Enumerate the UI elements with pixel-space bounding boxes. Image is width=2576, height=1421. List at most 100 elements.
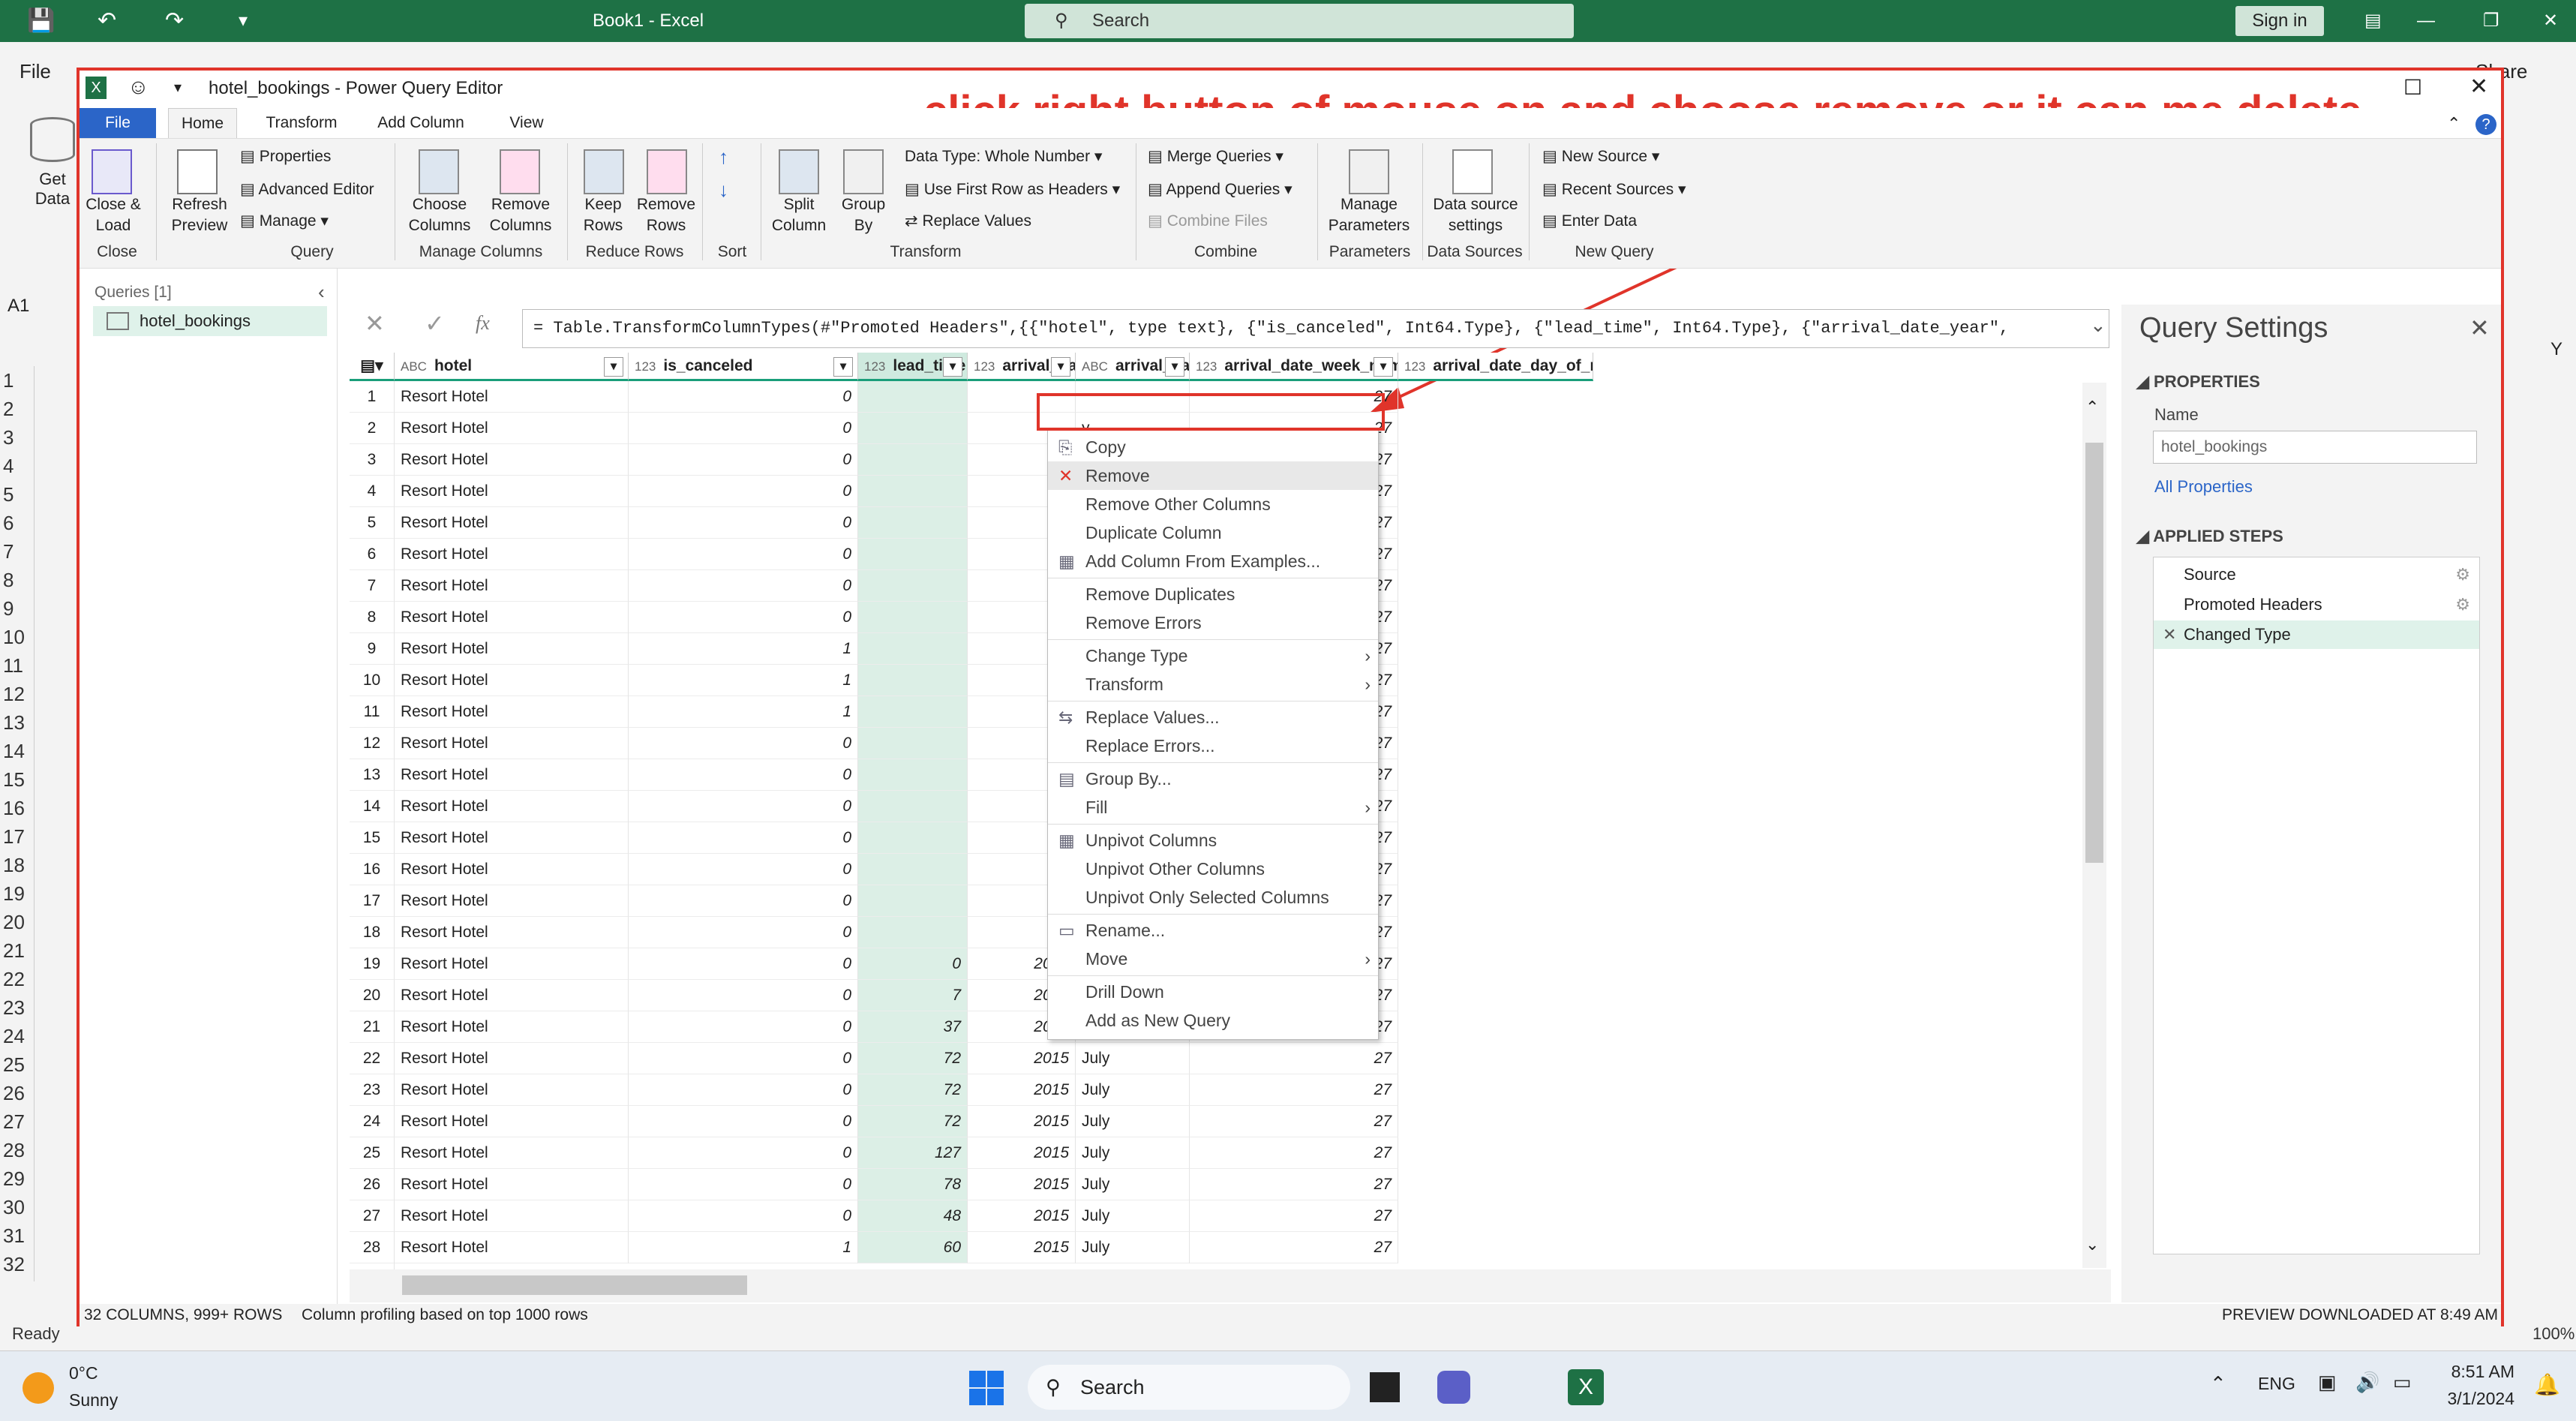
context-menu-item-unpivot-only-selected-columns[interactable]: Unpivot Only Selected Columns (1048, 883, 1378, 912)
table-cell[interactable]: Resort Hotel (395, 1011, 629, 1043)
excel-row-number[interactable]: 29 (0, 1164, 34, 1193)
excel-row-number[interactable]: 13 (0, 708, 34, 737)
table-cell[interactable]: 0 (629, 1043, 858, 1074)
table-cell[interactable]: 0 (629, 570, 858, 602)
scroll-down-icon[interactable]: ⌄ (2085, 1235, 2099, 1254)
table-cell[interactable] (858, 665, 968, 696)
table-cell[interactable]: 27 (1190, 1106, 1398, 1137)
table-cell[interactable]: Resort Hotel (395, 1074, 629, 1106)
status-profiling[interactable]: Column profiling based on top 1000 rows (302, 1304, 588, 1326)
redo-icon[interactable]: ↷ (165, 0, 184, 42)
scrollbar-thumb[interactable] (2085, 443, 2103, 863)
column-header-arrival-date-year[interactable]: 123arrival_date_year▾ (968, 353, 1076, 381)
table-cell[interactable] (858, 791, 968, 822)
recent-sources-button[interactable]: ▤ Recent Sources ▾ (1542, 179, 1686, 200)
step-promoted-headers[interactable]: Promoted Headers ⚙ (2154, 590, 2479, 619)
table-cell[interactable]: 0 (629, 791, 858, 822)
collapse-ribbon-icon[interactable]: ⌃ (2447, 114, 2460, 134)
context-menu-item-unpivot-columns[interactable]: ▦ Unpivot Columns (1048, 826, 1378, 855)
table-cell[interactable]: 2015 (968, 1169, 1076, 1200)
append-queries-button[interactable]: ▤ Append Queries ▾ (1148, 179, 1293, 200)
language-indicator[interactable]: ENG (2258, 1374, 2295, 1394)
context-menu-item-remove-duplicates[interactable]: Remove Duplicates (1048, 580, 1378, 608)
table-cell[interactable] (858, 476, 968, 507)
table-cell[interactable]: July (1076, 1232, 1190, 1263)
windows-start-icon[interactable] (968, 1369, 1005, 1407)
filter-dropdown-icon[interactable]: ▾ (1374, 357, 1393, 377)
row-number[interactable]: 15 (350, 822, 395, 854)
table-cell[interactable]: 0 (629, 917, 858, 948)
excel-row-number[interactable]: 31 (0, 1221, 34, 1250)
step-source[interactable]: Source ⚙ (2154, 560, 2479, 589)
table-cell[interactable]: 0 (629, 854, 858, 885)
table-cell[interactable]: 72 (858, 1074, 968, 1106)
minimize-icon[interactable]: — (2417, 0, 2435, 42)
save-icon[interactable]: 💾 (27, 0, 55, 42)
table-cell[interactable]: Resort Hotel (395, 948, 629, 980)
table-cell[interactable]: 27 (1190, 1137, 1398, 1169)
column-type-icon[interactable]: 123 (635, 359, 656, 374)
split-column-button[interactable]: Split Column (765, 194, 833, 236)
excel-row-number[interactable]: 15 (0, 765, 34, 794)
excel-row-number[interactable]: 28 (0, 1136, 34, 1164)
query-name-input[interactable]: hotel_bookings (2153, 431, 2477, 464)
table-cell[interactable]: 0 (629, 948, 858, 980)
table-menu-icon[interactable]: ▤▾ (350, 353, 395, 381)
context-menu-item-add-as-new-query[interactable]: Add as New Query (1048, 1006, 1378, 1035)
excel-row-number[interactable]: 27 (0, 1107, 34, 1136)
row-number[interactable]: 7 (350, 570, 395, 602)
table-cell[interactable]: 37 (858, 1011, 968, 1043)
table-cell[interactable]: Resort Hotel (395, 602, 629, 633)
table-cell[interactable]: 0 (629, 476, 858, 507)
row-number[interactable]: 28 (350, 1232, 395, 1263)
excel-row-number[interactable]: 32 (0, 1250, 34, 1278)
table-cell[interactable]: 27 (1190, 1043, 1398, 1074)
feedback-smiley-icon[interactable]: ☺ (128, 75, 149, 99)
table-cell[interactable] (858, 633, 968, 665)
column-header-hotel[interactable]: ABC hotel ▾ (395, 353, 629, 381)
excel-row-number[interactable]: 3 (0, 423, 34, 452)
row-number[interactable]: 10 (350, 665, 395, 696)
battery-icon[interactable]: ▭ (2393, 1371, 2412, 1394)
table-cell[interactable]: 127 (858, 1137, 968, 1169)
collapse-queries-icon[interactable]: ‹ (318, 281, 325, 304)
table-cell[interactable] (858, 507, 968, 539)
table-cell[interactable]: Resort Hotel (395, 1137, 629, 1169)
row-number[interactable]: 18 (350, 917, 395, 948)
table-cell[interactable]: 2015 (968, 1137, 1076, 1169)
table-cell[interactable] (858, 822, 968, 854)
vertical-scrollbar[interactable]: ⌃ ⌄ (2082, 383, 2106, 1268)
table-cell[interactable]: Resort Hotel (395, 476, 629, 507)
column-type-icon[interactable]: ABC (1082, 359, 1108, 374)
context-menu-item-change-type[interactable]: Change Type › (1048, 641, 1378, 670)
table-cell[interactable]: Resort Hotel (395, 696, 629, 728)
remove-rows-button[interactable]: Remove Rows (635, 194, 698, 236)
tab-add-column[interactable]: Add Column (365, 108, 477, 138)
table-cell[interactable]: 2015 (968, 1043, 1076, 1074)
table-cell[interactable]: 0 (629, 728, 858, 759)
table-cell[interactable]: 0 (629, 1137, 858, 1169)
excel-row-number[interactable]: 24 (0, 1022, 34, 1050)
table-cell[interactable]: 0 (629, 885, 858, 917)
sort-descending-icon[interactable]: ↓ (719, 179, 728, 200)
customize-quick-access-icon[interactable]: ▾ (239, 0, 248, 42)
table-cell[interactable]: Resort Hotel (395, 665, 629, 696)
row-number[interactable]: 14 (350, 791, 395, 822)
row-number[interactable]: 22 (350, 1043, 395, 1074)
table-cell[interactable]: 0 (629, 444, 858, 476)
table-cell[interactable]: Resort Hotel (395, 633, 629, 665)
table-cell[interactable]: July (1076, 1074, 1190, 1106)
table-cell[interactable]: 0 (629, 413, 858, 444)
row-number[interactable]: 17 (350, 885, 395, 917)
table-cell[interactable]: 0 (629, 1011, 858, 1043)
table-cell[interactable] (858, 696, 968, 728)
table-cell[interactable]: 72 (858, 1043, 968, 1074)
fx-icon[interactable]: fx (476, 312, 490, 335)
use-first-row-headers-button[interactable]: ▤ Use First Row as Headers ▾ (905, 179, 1120, 200)
table-cell[interactable]: Resort Hotel (395, 759, 629, 791)
notification-icon[interactable]: 🔔 (2534, 1372, 2560, 1397)
excel-row-number[interactable]: 25 (0, 1050, 34, 1079)
gear-icon[interactable]: ⚙ (2455, 590, 2470, 619)
table-cell[interactable]: 0 (629, 507, 858, 539)
table-cell[interactable]: Resort Hotel (395, 728, 629, 759)
